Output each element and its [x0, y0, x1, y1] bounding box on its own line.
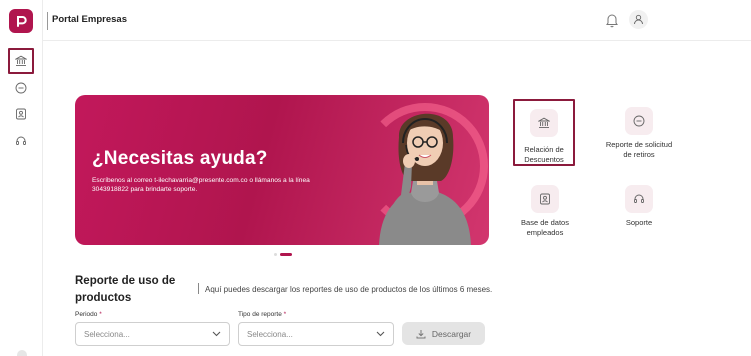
periodo-placeholder: Selecciona... — [84, 330, 130, 339]
section-divider — [198, 283, 199, 294]
sidebar — [0, 0, 43, 356]
shortcut-reporte-retiros[interactable]: Reporte de solicitud de retiros — [589, 107, 689, 160]
sidebar-item-descuentos[interactable] — [8, 48, 34, 74]
periodo-label: Periodo * — [75, 311, 102, 318]
id-card-icon — [540, 193, 550, 205]
banner-heading: ¿Necesitas ayuda? — [92, 148, 268, 169]
shortcut-icon-box — [625, 185, 653, 213]
chevron-down-icon — [212, 331, 221, 337]
shortcut-icon-box — [531, 185, 559, 213]
headset-icon — [16, 136, 26, 145]
sidebar-item-retiros[interactable] — [10, 77, 32, 99]
report-section-title: Reporte de uso de productos — [75, 275, 176, 304]
download-icon — [416, 329, 426, 338]
required-mark: * — [99, 311, 102, 318]
user-menu-button[interactable] — [629, 10, 648, 29]
shortcut-soporte[interactable]: Soporte — [589, 185, 689, 228]
user-icon — [634, 14, 643, 25]
shortcut-label: Base de datos empleados — [521, 218, 569, 237]
id-card-icon — [16, 108, 26, 120]
tipo-reporte-select[interactable]: Selecciona... — [238, 322, 394, 346]
download-button[interactable]: Descargar — [402, 322, 485, 345]
app-title: Portal Empresas — [52, 14, 127, 25]
support-agent-illustration — [379, 113, 471, 245]
minus-circle-icon — [633, 115, 645, 127]
bank-icon — [538, 117, 550, 128]
chevron-down-icon — [376, 331, 385, 337]
report-section-description: Aquí puedes descargar los reportes de us… — [205, 285, 493, 294]
carousel-dot[interactable] — [274, 253, 277, 256]
presente-logo[interactable] — [9, 9, 33, 33]
shortcut-base-empleados[interactable]: Base de datos empleados — [495, 185, 595, 238]
shortcut-label: Soporte — [625, 218, 653, 227]
collapse-handle-icon[interactable] — [17, 350, 27, 356]
bank-icon — [15, 55, 27, 66]
periodo-select[interactable]: Selecciona... — [75, 322, 230, 346]
title-divider — [47, 12, 48, 30]
carousel-dot-active[interactable] — [280, 253, 292, 256]
bell-icon[interactable] — [605, 12, 619, 28]
download-label: Descargar — [431, 328, 472, 339]
shortcut-label: Relación de Descuentos — [524, 145, 564, 164]
tipo-reporte-label-text: Tipo de reporte — [238, 311, 282, 318]
headset-icon — [634, 194, 644, 203]
top-bar: Portal Empresas — [43, 0, 751, 41]
help-banner[interactable]: ¿Necesitas ayuda? Escríbenos al correo t… — [75, 95, 489, 245]
tipo-reporte-placeholder: Selecciona... — [247, 330, 293, 339]
shortcut-relacion-descuentos[interactable]: Relación de Descuentos — [513, 99, 575, 166]
required-mark: * — [283, 311, 287, 318]
sidebar-item-soporte[interactable] — [10, 130, 32, 152]
shortcut-icon-box — [530, 109, 558, 137]
carousel-indicator — [274, 253, 292, 256]
shortcut-icon-box — [625, 107, 653, 135]
tipo-reporte-label: Tipo de reporte * — [238, 311, 286, 318]
sidebar-item-empleados[interactable] — [10, 103, 32, 125]
shortcut-label: Reporte de solicitud de retiros — [605, 140, 673, 159]
logo-mark-icon — [17, 16, 27, 27]
minus-circle-icon — [15, 82, 27, 94]
banner-body: Escríbenos al correo t-ilechavarria@pres… — [92, 177, 310, 193]
periodo-label-text: Periodo — [75, 311, 98, 318]
